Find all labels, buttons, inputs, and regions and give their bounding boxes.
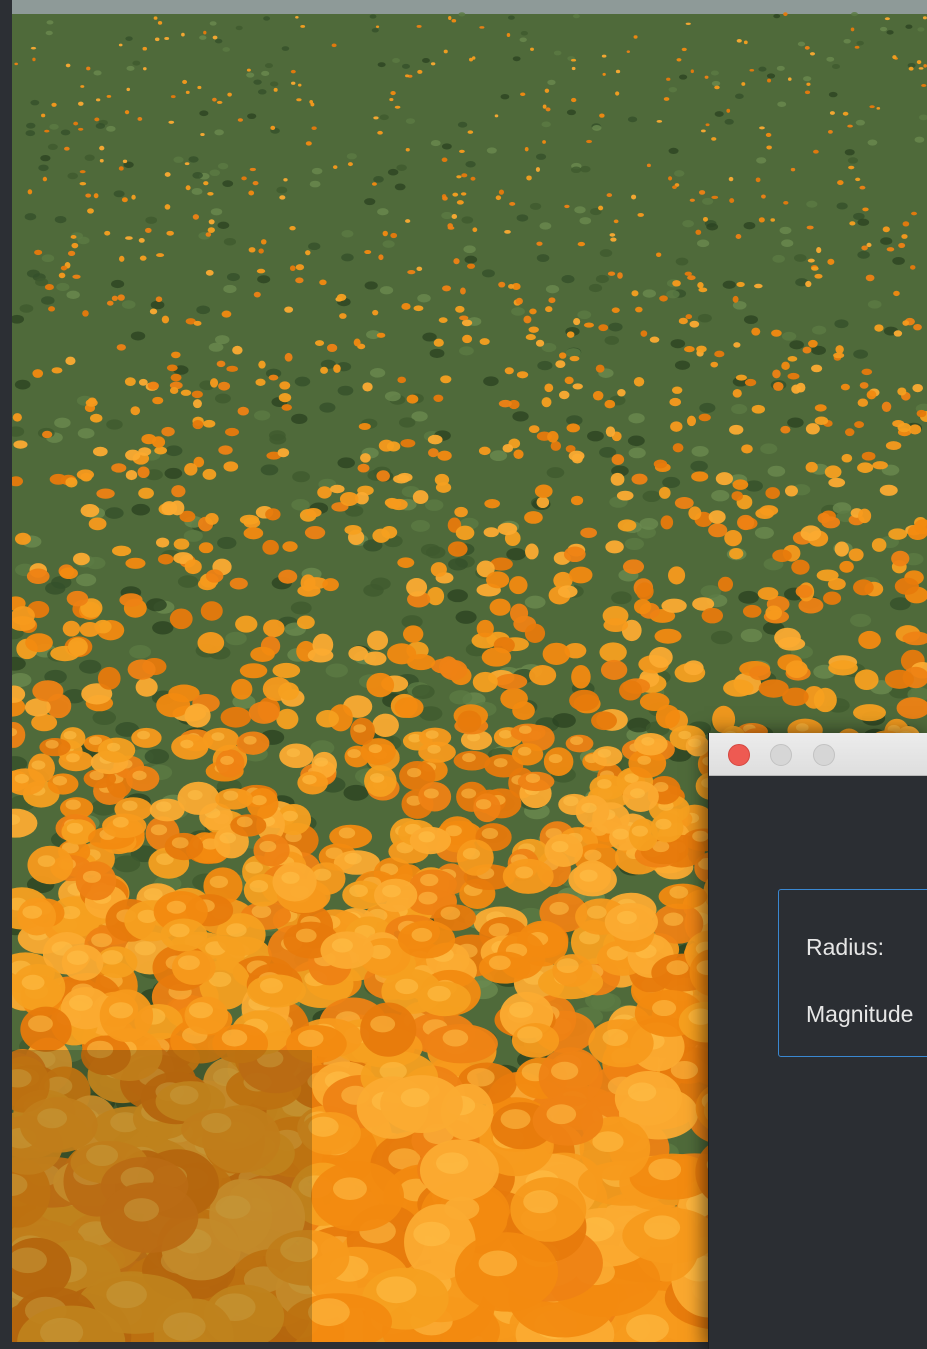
dialog-titlebar	[709, 733, 927, 776]
parameters-group	[778, 889, 927, 1057]
close-icon[interactable]	[728, 744, 750, 766]
magnitude-label: Magnitude	[806, 1001, 914, 1027]
desktop: Radius: Magnitude	[0, 0, 927, 1349]
radius-label: Radius:	[806, 934, 884, 960]
zoom-icon[interactable]	[813, 744, 835, 766]
filter-dialog: Radius: Magnitude	[708, 733, 927, 1349]
window-edge	[0, 0, 12, 1349]
minimize-icon[interactable]	[770, 744, 792, 766]
